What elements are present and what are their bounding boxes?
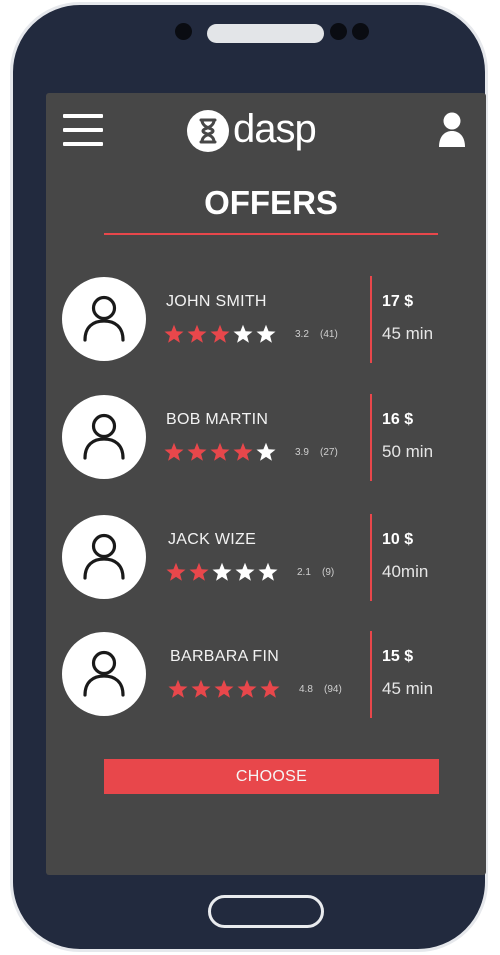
star-icon <box>210 442 230 462</box>
star-icon <box>260 679 280 699</box>
eta-time: 45 min <box>382 324 434 343</box>
home-button[interactable] <box>208 895 324 928</box>
driver-name: BARBARA FIN <box>170 648 280 665</box>
price-divider <box>370 394 372 481</box>
star-icon <box>166 562 186 582</box>
price-divider <box>370 514 372 601</box>
title-underline <box>104 233 438 235</box>
avatar <box>62 395 146 479</box>
star-icon <box>189 562 209 582</box>
front-camera <box>175 23 192 40</box>
star-icon <box>187 324 207 344</box>
earpiece-speaker <box>207 24 324 43</box>
rating-value: 3.9 <box>295 447 309 458</box>
star-icon <box>191 679 211 699</box>
driver-name: BOB MARTIN <box>166 411 269 428</box>
price: 17 $ <box>382 293 414 310</box>
driver-name: JACK WIZE <box>168 531 257 548</box>
rating-stars <box>164 442 284 464</box>
rating-stars <box>164 324 284 346</box>
avatar <box>62 632 146 716</box>
star-icon <box>233 324 253 344</box>
choose-button[interactable]: CHOOSE <box>104 759 439 794</box>
star-icon <box>168 679 188 699</box>
sensor-dot <box>330 23 347 40</box>
price: 16 $ <box>382 411 414 428</box>
star-icon <box>214 679 234 699</box>
avatar <box>62 515 146 599</box>
rating-value: 2.1 <box>297 567 311 578</box>
eta-time: 50 min <box>382 442 434 461</box>
review-count: (27) <box>320 447 338 458</box>
star-icon <box>256 324 276 344</box>
offer-row[interactable]: JOHN SMITH 3.2 (41) 17 $ 45 min <box>46 273 486 373</box>
phone-frame: dasp OFFERS JOHN SMITH 3.2 (41) 17 $45 min B… <box>10 2 488 952</box>
rating-value: 3.2 <box>295 329 309 340</box>
driver-name: JOHN SMITH <box>166 293 267 310</box>
user-profile-icon[interactable] <box>437 111 467 149</box>
offer-row[interactable]: BOB MARTIN 3.9 (27) 16 $ 50 min <box>46 391 486 491</box>
star-icon <box>258 562 278 582</box>
star-icon <box>164 324 184 344</box>
review-count: (9) <box>322 567 335 578</box>
logo-text: dasp <box>233 107 317 151</box>
price: 15 $ <box>382 648 414 665</box>
star-icon <box>210 324 230 344</box>
review-count: (41) <box>320 329 338 340</box>
review-count: (94) <box>324 684 342 695</box>
page-title: OFFERS <box>204 184 338 221</box>
price-divider <box>370 631 372 718</box>
eta-time: 40min <box>382 562 429 581</box>
star-icon <box>233 442 253 462</box>
star-icon <box>256 442 276 462</box>
offer-row[interactable]: BARBARA FIN 4.8 (94) 15 $ 45 min <box>46 628 486 728</box>
rating-stars <box>166 562 286 584</box>
eta-time: 45 min <box>382 679 434 698</box>
star-icon <box>235 562 255 582</box>
price-divider <box>370 276 372 363</box>
star-icon <box>237 679 257 699</box>
star-icon <box>212 562 232 582</box>
avatar <box>62 277 146 361</box>
offer-row[interactable]: JACK WIZE 2.1 (9) 10 $ 40min <box>46 511 486 611</box>
sensor-dot <box>352 23 369 40</box>
rating-value: 4.8 <box>299 684 313 695</box>
app-screen: dasp OFFERS JOHN SMITH 3.2 (41) 17 $45 min B… <box>46 93 486 875</box>
app-logo: dasp <box>187 107 357 154</box>
star-icon <box>187 442 207 462</box>
rating-stars <box>168 679 288 701</box>
hamburger-menu-icon[interactable] <box>63 114 103 148</box>
star-icon <box>164 442 184 462</box>
price: 10 $ <box>382 531 414 548</box>
hourglass-icon <box>187 110 229 152</box>
